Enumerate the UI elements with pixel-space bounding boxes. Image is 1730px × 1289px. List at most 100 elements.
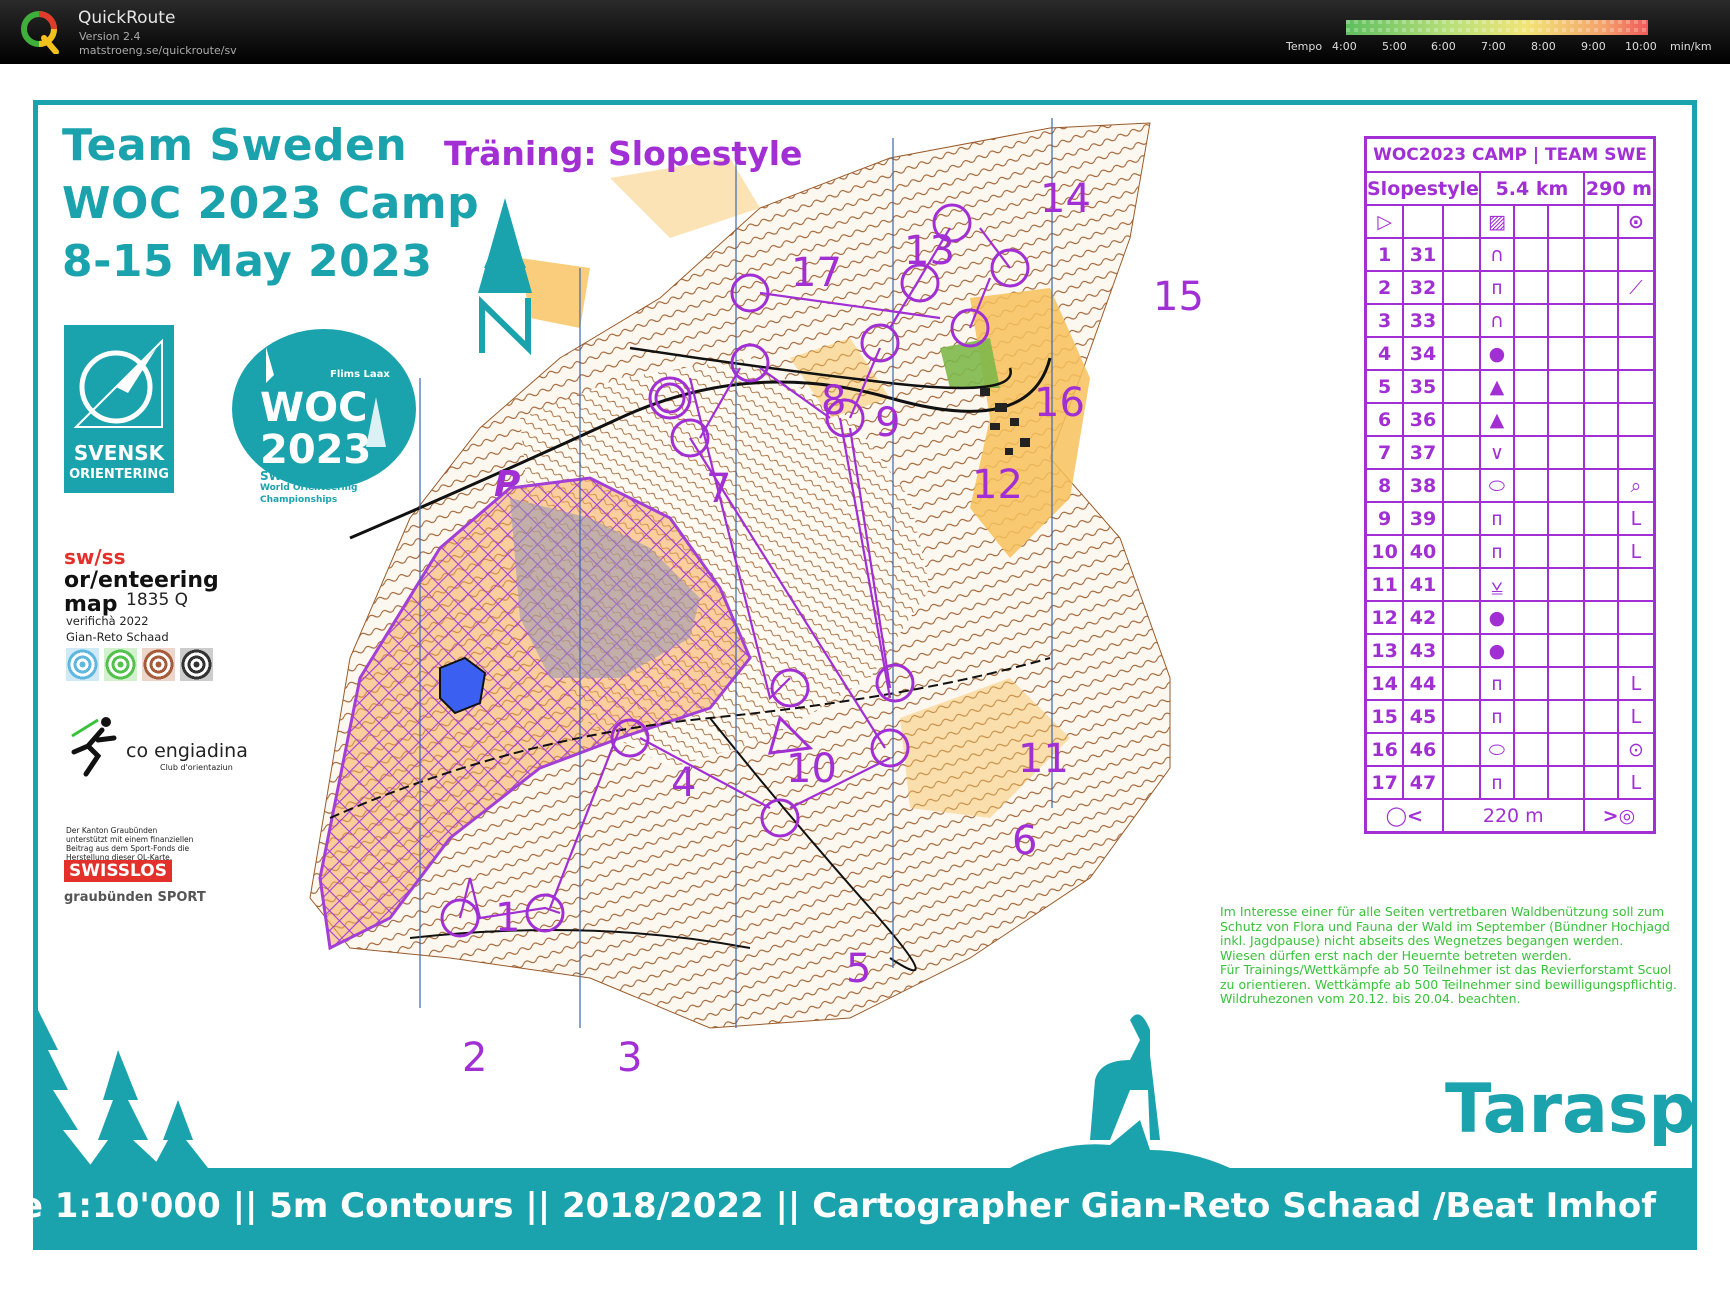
desc-cell — [1546, 534, 1585, 569]
tempo-tick: 9:00 — [1581, 40, 1606, 53]
tempo-color-scale — [1346, 20, 1648, 35]
desc-cell — [1546, 435, 1585, 470]
desc-control-code: 31 — [1402, 237, 1444, 272]
desc-control-number: 17 — [1364, 765, 1405, 800]
desc-cell — [1441, 369, 1481, 404]
desc-cell — [1512, 435, 1549, 470]
desc-feature-icon: ᴨ — [1478, 501, 1515, 536]
title-dates: 8-15 May 2023 — [62, 236, 433, 287]
finish-icon: >◎ — [1582, 798, 1656, 834]
desc-row: 8 38 ⬭ ⌕ — [1364, 468, 1656, 503]
desc-feature-icon: ∩ — [1478, 303, 1515, 338]
place-name: Tarasp — [1445, 1070, 1698, 1149]
desc-cell — [1582, 534, 1619, 569]
desc-location-icon: ⌕ — [1616, 468, 1656, 503]
tempo-tick: 6:00 — [1431, 40, 1456, 53]
desc-cell — [1512, 303, 1549, 338]
desc-cell — [1441, 765, 1481, 800]
desc-feature-icon: ● — [1478, 633, 1515, 668]
desc-location-icon: ᒪ — [1616, 666, 1656, 701]
desc-row: 14 44 ᴨ ᒪ — [1364, 666, 1656, 701]
tempo-tick: 4:00 — [1332, 40, 1357, 53]
desc-row: 15 45 ᴨ ᒪ — [1364, 699, 1656, 734]
desc-control-number: 14 — [1364, 666, 1405, 701]
control-number: 9 — [875, 400, 901, 446]
desc-length: 5.4 km — [1478, 171, 1585, 206]
desc-cell — [1546, 336, 1585, 371]
desc-row: 16 46 ⬭ ⊙ — [1364, 732, 1656, 767]
desc-cell — [1512, 369, 1549, 404]
engiadina-name: co engiadina — [126, 740, 248, 762]
desc-location-icon — [1616, 633, 1656, 668]
desc-control-number: 9 — [1364, 501, 1405, 536]
desc-cell — [1441, 633, 1481, 668]
desc-control-code: 37 — [1402, 435, 1444, 470]
control-number: 5 — [846, 946, 872, 992]
desc-row: 7 37 ∨ — [1364, 435, 1656, 470]
desc-control-number: 2 — [1364, 270, 1405, 305]
parking-label: P — [494, 464, 521, 505]
desc-feature-icon: ᴨ — [1478, 270, 1515, 305]
desc-cell — [1512, 600, 1549, 635]
control-number: 2 — [462, 1035, 488, 1081]
desc-course: Slopestyle — [1364, 171, 1481, 206]
desc-feature-icon: ⩣ — [1478, 567, 1515, 602]
desc-control-number: 7 — [1364, 435, 1405, 470]
desc-control-code: 46 — [1402, 732, 1444, 767]
desc-location-icon: ᒪ — [1616, 534, 1656, 569]
desc-cell — [1582, 468, 1619, 503]
footer-text: Scale 1:10'000 || 5m Contours || 2018/20… — [0, 1186, 1656, 1226]
desc-control-number: 11 — [1364, 567, 1405, 602]
desc-cell — [1546, 567, 1585, 602]
control-number: 16 — [1034, 380, 1085, 426]
woc-2023-logo: Flims Laax WOC 2023 SWITZERLAND World Or… — [226, 327, 416, 513]
trees-silhouette-icon — [38, 1010, 208, 1168]
desc-control-code: 34 — [1402, 336, 1444, 371]
swisslos-logo: SWISSLOS — [64, 860, 172, 882]
verification-year: verifichà 2022 — [66, 614, 149, 628]
desc-control-code: 39 — [1402, 501, 1444, 536]
engiadina-sub: Club d'orientaziun — [160, 763, 233, 772]
desc-cell — [1441, 468, 1481, 503]
desc-cell — [1582, 270, 1619, 305]
desc-cell — [1441, 501, 1481, 536]
desc-row: 10 40 ᴨ ᒪ — [1364, 534, 1656, 569]
desc-control-code: 47 — [1402, 765, 1444, 800]
desc-control-code: 35 — [1402, 369, 1444, 404]
control-number: 10 — [786, 746, 837, 792]
desc-cell — [1546, 633, 1585, 668]
desc-control-number: 12 — [1364, 600, 1405, 635]
desc-control-number: 3 — [1364, 303, 1405, 338]
desc-cell — [1441, 567, 1481, 602]
desc-cell — [1512, 765, 1549, 800]
desc-row: 6 36 ▲ — [1364, 402, 1656, 437]
desc-cell — [1546, 369, 1585, 404]
control-number: 14 — [1040, 176, 1091, 222]
desc-row: 5 35 ▲ — [1364, 369, 1656, 404]
desc-control-code: 33 — [1402, 303, 1444, 338]
title-camp: WOC 2023 Camp — [62, 178, 480, 229]
control-number: 13 — [904, 228, 955, 274]
vegetation-swatch-icon — [104, 648, 137, 681]
desc-cell — [1512, 666, 1549, 701]
desc-cell — [1582, 303, 1619, 338]
desc-control-code: 41 — [1402, 567, 1444, 602]
desc-cell — [1512, 270, 1549, 305]
desc-location-icon — [1616, 567, 1656, 602]
desc-cell — [1582, 732, 1619, 767]
mapper-name: Gian-Reto Schaad — [66, 630, 169, 644]
desc-cell — [1546, 600, 1585, 635]
control-number: 15 — [1153, 274, 1204, 320]
desc-cell — [1546, 270, 1585, 305]
desc-cell — [1441, 699, 1481, 734]
app-title-bar: QuickRoute Version 2.4 matstroeng.se/qui… — [0, 0, 1730, 64]
map-number: 1835 Q — [126, 590, 189, 610]
desc-cell — [1582, 435, 1619, 470]
compass-icon — [73, 338, 163, 428]
desc-row: 3 33 ∩ — [1364, 303, 1656, 338]
desc-cell — [1512, 468, 1549, 503]
desc-cell — [1441, 336, 1481, 371]
control-number: 11 — [1018, 736, 1069, 782]
desc-cell — [1512, 567, 1549, 602]
desc-cell — [1512, 336, 1549, 371]
